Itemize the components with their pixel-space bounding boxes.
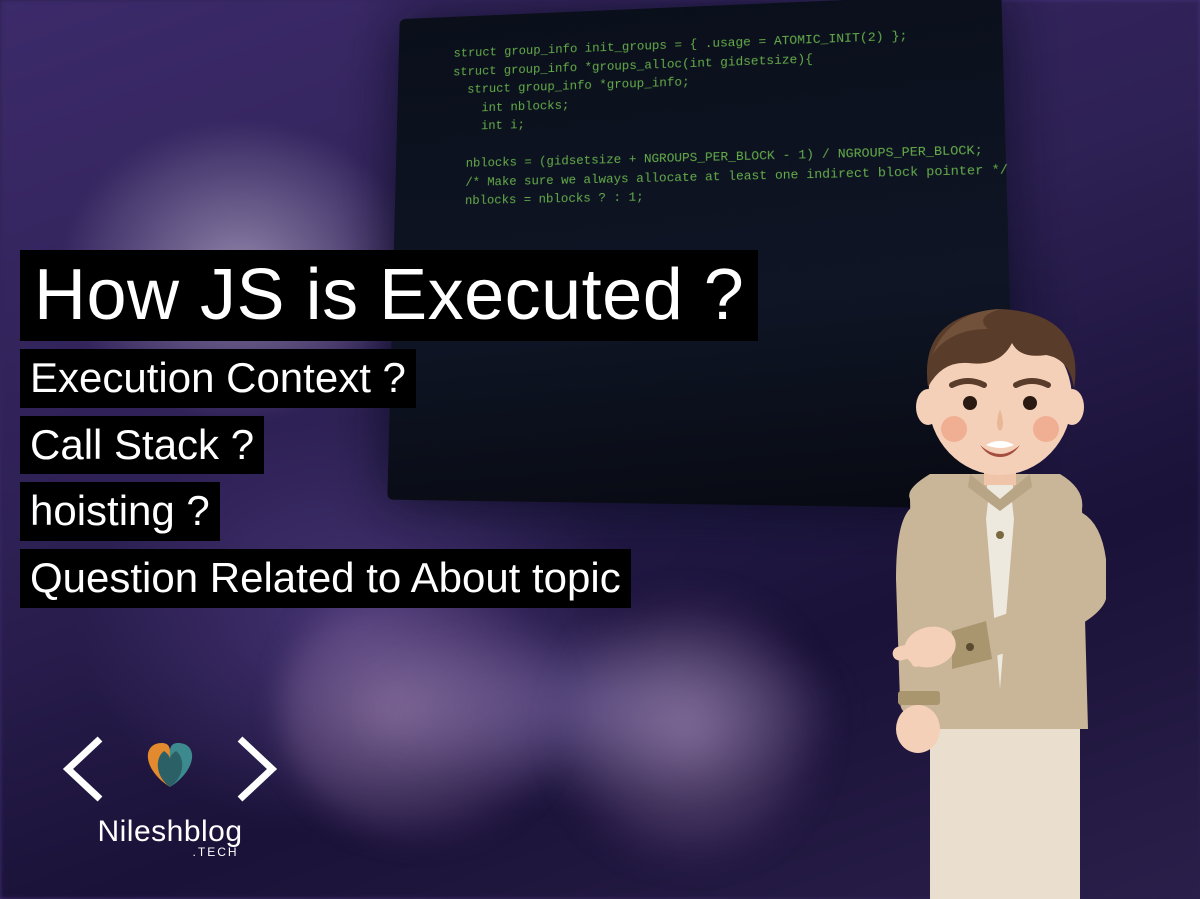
text-overlay-group: How JS is Executed ? Execution Context ?…: [20, 250, 758, 608]
subtitle-line-2: Call Stack ?: [20, 416, 264, 475]
brand-name: Nileshblog .TECH: [97, 815, 242, 859]
hand-right-blur: [560, 599, 820, 859]
screen-code: struct group_info init_groups = { .usage…: [450, 23, 1009, 211]
brand-logo-icon: [60, 729, 280, 809]
hand-left-blur: [280, 579, 560, 839]
subtitle-line-4: Question Related to About topic: [20, 549, 631, 608]
presenter-character: [800, 259, 1180, 899]
brand-logo-area: Nileshblog .TECH: [60, 729, 280, 859]
main-heading: How JS is Executed ?: [20, 250, 758, 341]
brand-name-main: Nileshblog: [97, 815, 242, 848]
subtitle-line-3: hoisting ?: [20, 482, 220, 541]
subtitle-line-1: Execution Context ?: [20, 349, 416, 408]
